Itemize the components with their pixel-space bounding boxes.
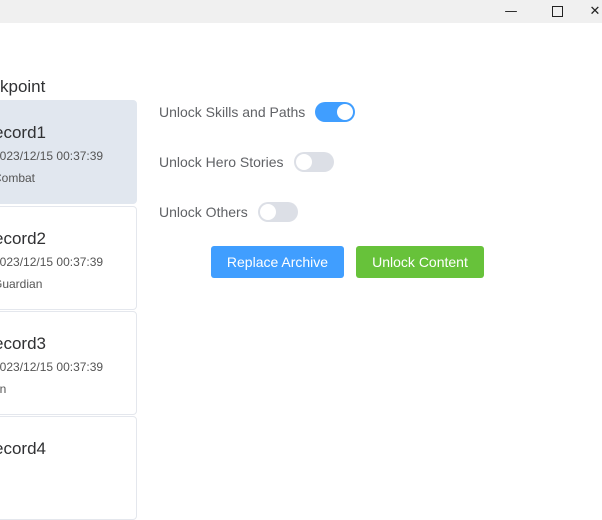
section-title: kpoint [0, 77, 46, 96]
unlock-content-button[interactable]: Unlock Content [356, 246, 484, 278]
record-card[interactable]: ecord3 2023/12/15 00:37:39 nn [0, 311, 137, 415]
option-label: Unlock Skills and Paths [159, 104, 306, 120]
toggle-knob [295, 154, 312, 170]
record-tag: nn [0, 382, 7, 396]
option-hero-stories: Unlock Hero Stories [159, 151, 334, 173]
record-name: ecord4 [0, 439, 46, 458]
toggle-knob [259, 204, 276, 220]
record-card[interactable]: ecord2 2023/12/15 00:37:39 Guardian [0, 206, 137, 310]
option-skills-paths: Unlock Skills and Paths [159, 101, 356, 123]
record-time: 2023/12/15 00:37:39 [0, 360, 104, 374]
others-toggle[interactable] [257, 202, 298, 222]
record-name: ecord1 [0, 123, 46, 142]
minimize-icon: — [504, 4, 518, 19]
minimize-button[interactable]: — [488, 0, 534, 23]
skills-paths-toggle[interactable] [315, 102, 356, 122]
option-others: Unlock Others [159, 201, 298, 223]
record-tag: Combat [0, 171, 36, 185]
replace-archive-button[interactable]: Replace Archive [211, 246, 344, 278]
record-tag: Guardian [0, 277, 43, 291]
record-time: 2023/12/15 00:37:39 [0, 255, 104, 269]
title-bar: — ✕ [0, 0, 602, 23]
record-card[interactable]: ecord4 [0, 416, 137, 520]
record-card[interactable]: ecord1 2023/12/15 00:37:39 Combat [0, 100, 137, 204]
close-icon: ✕ [589, 4, 601, 19]
maximize-icon [551, 6, 563, 17]
hero-stories-toggle[interactable] [293, 152, 334, 172]
record-name: ecord3 [0, 334, 46, 353]
record-name: ecord2 [0, 229, 46, 248]
toggle-knob [337, 104, 354, 120]
option-label: Unlock Hero Stories [159, 154, 284, 170]
close-button[interactable]: ✕ [580, 0, 602, 23]
option-label: Unlock Others [159, 204, 248, 220]
maximize-button[interactable] [534, 0, 580, 23]
record-time: 2023/12/15 00:37:39 [0, 149, 104, 163]
